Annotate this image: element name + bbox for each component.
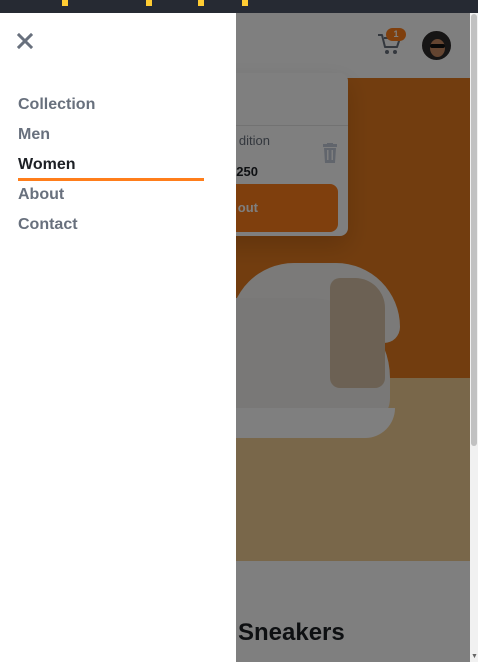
active-item-underline <box>18 178 204 181</box>
menu-list: Collection Men Women About Contact <box>18 95 205 245</box>
menu-item-collection[interactable]: Collection <box>18 95 205 125</box>
menu-item-men[interactable]: Men <box>18 125 205 155</box>
strip-marker <box>242 0 248 6</box>
scrollbar-thumb[interactable] <box>471 14 477 446</box>
side-menu: Collection Men Women About Contact <box>0 13 236 662</box>
strip-marker <box>146 0 152 6</box>
menu-item-contact[interactable]: Contact <box>18 215 205 245</box>
strip-marker <box>198 0 204 6</box>
close-icon <box>16 32 34 50</box>
strip-marker <box>62 0 68 6</box>
close-menu-button[interactable] <box>16 32 34 50</box>
scroll-down-arrow-icon[interactable]: ▼ <box>471 653 478 661</box>
scrollbar[interactable]: ▼ <box>470 13 478 662</box>
browser-top-strip <box>0 0 478 13</box>
menu-item-about[interactable]: About <box>18 185 205 215</box>
